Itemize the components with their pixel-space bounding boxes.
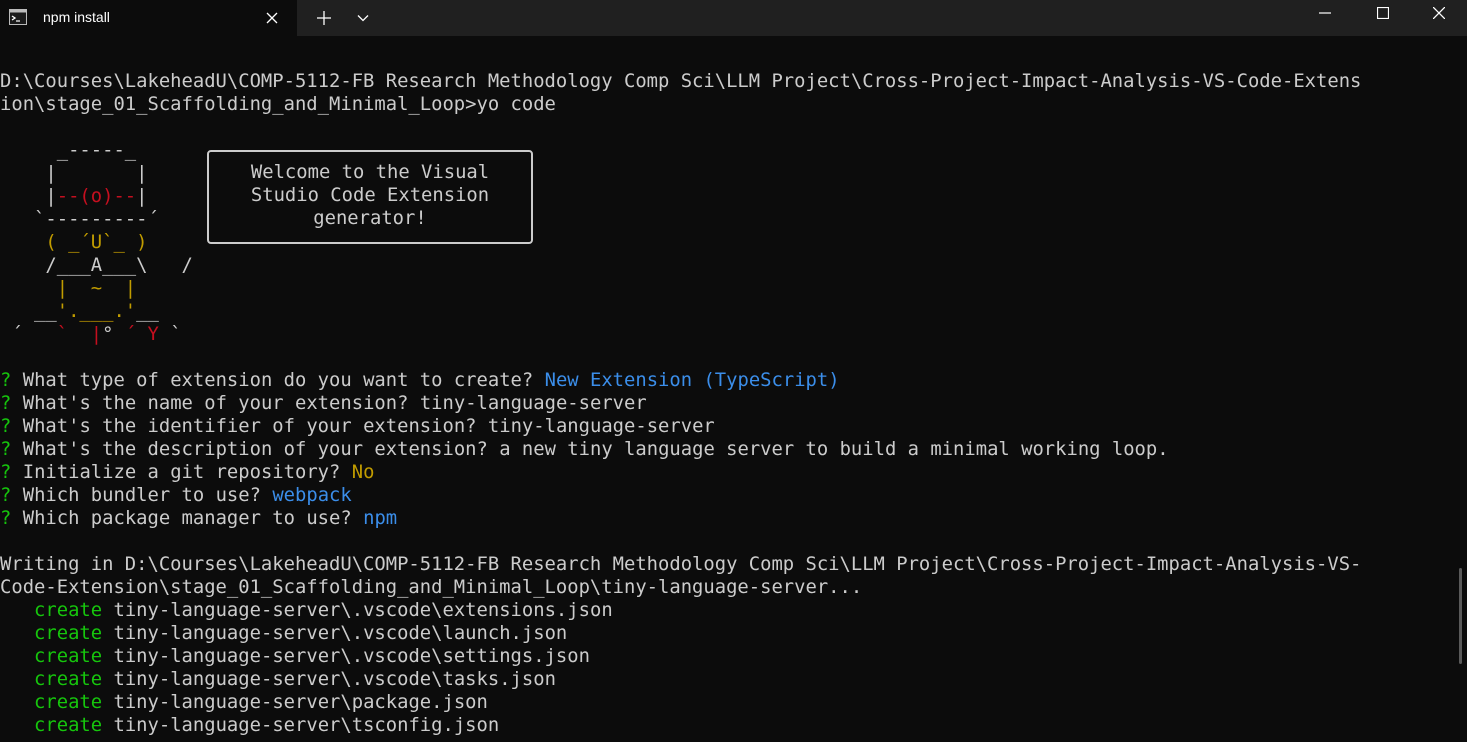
prompt-line: ? Initialize a git repository? No (0, 462, 375, 483)
yeoman-ascii-line: |--(o)--| (0, 186, 193, 207)
terminal-icon (9, 9, 27, 25)
close-icon[interactable] (1411, 0, 1467, 26)
welcome-bubble: Welcome to the Visual Studio Code Extensi… (207, 150, 533, 244)
yeoman-ascii-line: | | (0, 163, 193, 184)
create-line: create tiny-language-server\.vscode\exte… (34, 600, 613, 621)
maximize-icon[interactable] (1355, 0, 1411, 26)
yeoman-ascii-line: | ~ | (0, 278, 193, 299)
title-bar: npm install (0, 0, 1467, 36)
tab-npm-install[interactable]: npm install (0, 0, 297, 36)
yeoman-ascii-line: `---------´ (0, 209, 193, 230)
yeoman-ascii-line: __'.___.'__ (0, 301, 193, 322)
prompt-line: ? What's the description of your extensi… (0, 439, 1169, 460)
create-line: create tiny-language-server\package.json (34, 692, 488, 713)
prompt-line: ? What type of extension do you want to … (0, 370, 840, 391)
writing-line: Writing in D:\Courses\LakeheadU\COMP-511… (0, 554, 1362, 575)
yeoman-ascii-line: ´ ` |° ´ Y ` (0, 324, 182, 345)
create-line: create tiny-language-server\.vscode\sett… (34, 646, 590, 667)
welcome-text: Welcome to the Visual Studio Code Extensi… (250, 162, 490, 229)
prompt-line: ? What's the identifier of your extensio… (0, 416, 715, 437)
chevron-down-icon[interactable] (352, 8, 374, 28)
scrollbar[interactable] (1459, 568, 1462, 664)
prompt-line: ? What's the name of your extension? tin… (0, 393, 647, 414)
yeoman-ascii-line: _-----_ (0, 140, 193, 161)
plus-icon[interactable] (313, 8, 335, 28)
create-line: create tiny-language-server\tsconfig.jso… (34, 715, 500, 736)
tab-title: npm install (43, 9, 110, 25)
create-line: create tiny-language-server\.vscode\laun… (34, 623, 568, 644)
command-line: ion\stage_01_Scaffolding_and_Minimal_Loo… (0, 94, 556, 115)
command-line: D:\Courses\LakeheadU\COMP-5112-FB Resear… (0, 71, 1362, 92)
terminal-output[interactable]: D:\Courses\LakeheadU\COMP-5112-FB Resear… (0, 36, 1467, 742)
writing-line: Code-Extension\stage_01_Scaffolding_and_… (0, 577, 863, 598)
yeoman-ascii-line: ( _´U`_ ) (0, 232, 193, 253)
close-icon[interactable] (262, 8, 282, 28)
prompt-line: ? Which bundler to use? webpack (0, 485, 352, 506)
minimize-icon[interactable] (1297, 0, 1353, 26)
yeoman-ascii-line: /___A___\ / (0, 255, 193, 276)
prompt-line: ? Which package manager to use? npm (0, 508, 398, 529)
create-line: create tiny-language-server\.vscode\task… (34, 669, 556, 690)
